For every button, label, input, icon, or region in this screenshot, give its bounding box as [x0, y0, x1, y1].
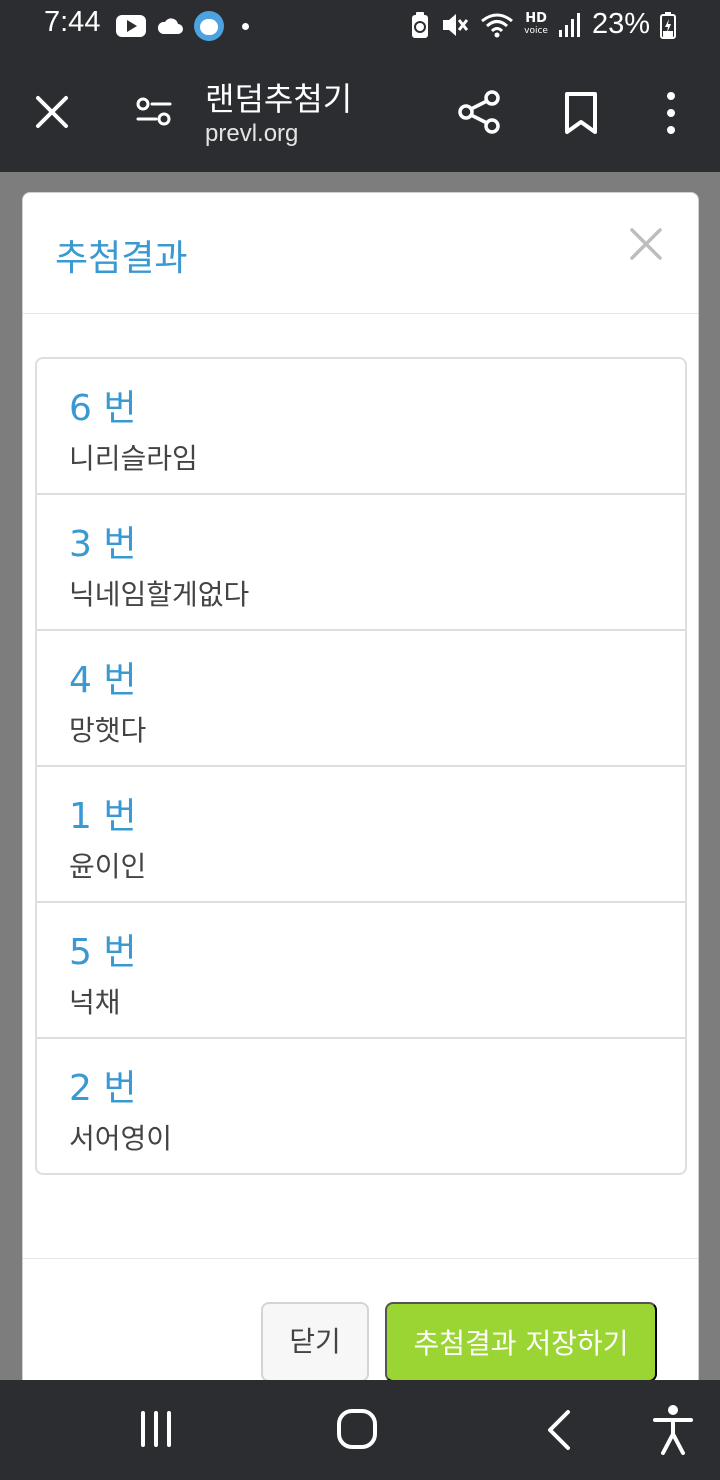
page-url: prevl.org: [205, 120, 299, 147]
result-number: 5 번: [69, 932, 137, 973]
hd-voice-icon: HD voice: [524, 10, 548, 36]
result-number: 4 번: [69, 660, 137, 701]
result-item: 1 번 윤이인: [37, 767, 685, 903]
result-number: 6 번: [69, 388, 137, 429]
result-number: 1 번: [69, 796, 137, 837]
page-settings-icon[interactable]: [134, 92, 174, 132]
page-title: 랜덤추첨기: [205, 81, 353, 117]
result-modal: 추첨결과 6 번 니리슬라임 3 번 닉네임할게없다 4 번 망햇다 1 번 윤…: [22, 192, 699, 1422]
result-item: 5 번 넉채: [37, 903, 685, 1039]
modal-footer-divider: [23, 1258, 698, 1259]
result-number: 3 번: [69, 524, 137, 565]
browser-toolbar: 랜덤추첨기 prevl.org: [0, 52, 720, 172]
battery-percent: 23%: [591, 8, 650, 40]
modal-header: 추첨결과: [23, 193, 698, 314]
save-results-button[interactable]: 추첨결과 저장하기: [385, 1302, 657, 1382]
accessibility-icon[interactable]: [652, 1404, 694, 1456]
result-name: 서어영이: [69, 1122, 173, 1155]
back-icon[interactable]: [544, 1408, 574, 1452]
more-notifications-dot-icon: [242, 22, 249, 30]
result-name: 망햇다: [69, 714, 147, 747]
mute-icon: [443, 13, 469, 36]
bookmark-icon[interactable]: [560, 90, 602, 136]
battery-saver-icon: [412, 11, 429, 38]
result-name: 넉채: [69, 986, 121, 1019]
result-item: 3 번 닉네임할게없다: [37, 495, 685, 631]
result-item: 4 번 망햇다: [37, 631, 685, 767]
result-list: 6 번 니리슬라임 3 번 닉네임할게없다 4 번 망햇다 1 번 윤이인 5 …: [35, 357, 687, 1175]
app-notification-icon: [194, 11, 224, 41]
recent-apps-icon[interactable]: [138, 1410, 174, 1448]
notification-icons: [116, 11, 249, 41]
youtube-icon: [116, 15, 146, 37]
result-name: 윤이인: [69, 850, 147, 883]
system-nav-bar: [0, 1380, 720, 1480]
status-bar: 7:44 HD voice 23%: [0, 0, 720, 52]
close-tab-icon[interactable]: [30, 90, 74, 134]
status-time: 7:44: [44, 6, 101, 38]
signal-icon: [558, 12, 580, 37]
more-options-icon[interactable]: [656, 88, 686, 138]
wifi-icon: [481, 13, 514, 37]
close-button[interactable]: 닫기: [261, 1302, 369, 1382]
modal-close-icon[interactable]: [629, 227, 663, 261]
result-item: 2 번 서어영이: [37, 1039, 685, 1173]
result-name: 니리슬라임: [69, 442, 198, 475]
modal-title: 추첨결과: [55, 238, 188, 279]
battery-charging-icon: [660, 11, 676, 39]
result-number: 2 번: [69, 1068, 137, 1109]
home-icon[interactable]: [336, 1408, 378, 1450]
system-icons: HD voice 23%: [410, 8, 676, 41]
share-icon[interactable]: [456, 88, 504, 136]
result-name: 닉네임할게없다: [69, 578, 250, 611]
result-item: 6 번 니리슬라임: [37, 359, 685, 495]
cloud-icon: [157, 18, 183, 34]
